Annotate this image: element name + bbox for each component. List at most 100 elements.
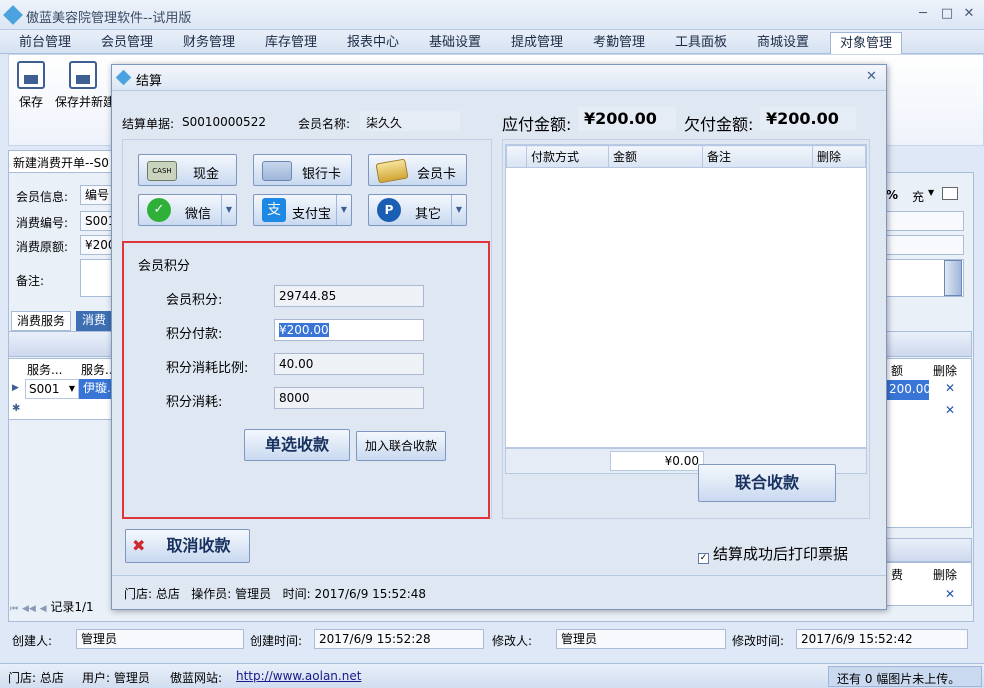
status-store: 门店: 总店 [8,671,64,685]
save-new-icon [69,61,97,89]
bg-right-field-1[interactable] [886,211,964,231]
tab-attendance[interactable]: 考勤管理 [584,32,654,54]
alipay-label: 支付宝 [292,207,332,222]
bg-right-grid: 额 删除 200.00 ✕ ✕ [886,358,972,528]
grid-col-remark[interactable]: 备注 [702,145,813,168]
bank-card-label: 银行卡 [302,167,342,182]
tab-consume-product[interactable]: 消费产 [76,311,112,331]
modifier-label: 修改人: [492,634,533,648]
tab-front-desk[interactable]: 前台管理 [10,32,80,54]
nav-back-icon[interactable]: ◀ [40,604,47,614]
member-info-label: 会员信息: [16,190,69,204]
grid-col-delete: 删除 [933,364,958,378]
tab-member[interactable]: 会员管理 [92,32,162,54]
due-amount-field: ¥200.00 [578,107,676,131]
cancel-collect-button[interactable]: ✖ 取消收款 [125,529,250,563]
due-amount-label: 应付金额: [502,115,572,134]
points-pay-input[interactable]: ¥200.00 [274,319,424,341]
other-label: 其它 [415,207,442,222]
grid-col-amount[interactable]: 金额 [608,145,703,168]
bank-card-button[interactable]: 银行卡 [253,154,352,186]
single-collect-label: 单选收款 [264,435,329,454]
print-receipt-label: 结算成功后打印票据 [713,545,849,563]
chevron-down-icon[interactable]: ▼ [69,380,75,398]
status-bar: 门店: 总店 用户: 管理员 傲蓝网站: http://www.aolan.ne… [0,663,984,688]
grid-cell-code[interactable]: S001 ▼ [25,379,79,399]
member-name-label: 会员名称: [298,117,351,131]
payment-grid: 付款方式 金额 备注 删除 [505,144,867,448]
delete-row-icon[interactable]: ✕ [945,403,955,417]
grid-col-amount: 额 [891,364,904,378]
join-combined-button[interactable]: 加入联合收款 [356,431,446,461]
tab-objects[interactable]: 对象管理 [830,32,902,54]
created-time-label: 创建时间: [250,634,303,648]
chevron-down-icon[interactable]: ▼ [451,195,466,225]
dialog-footer-info: 门店: 总店 操作员: 管理员 时间: 2017/6/9 15:52:48 [124,587,427,601]
delete-row-icon[interactable]: ✕ [945,587,955,601]
close-icon[interactable]: ✕ [960,6,978,22]
nav-first-icon[interactable]: ⏮ [10,604,18,614]
chevron-down-icon[interactable]: ▼ [221,195,236,225]
scrollbar[interactable] [944,260,962,296]
cancel-icon: ✖ [132,536,146,555]
discount-pct: % [886,188,899,202]
payment-grid-panel: 付款方式 金额 备注 删除 ¥0.00 [502,139,870,519]
save-label: 保存 [18,95,43,109]
checkbox-checked-icon[interactable]: ✓ [698,553,709,564]
tab-reports[interactable]: 报表中心 [338,32,408,54]
grid2-col-fee: 费 [891,568,904,582]
grid-col-header-code[interactable]: 服务... [27,361,77,378]
chevron-down-icon[interactable]: ▼ [336,195,351,225]
modifier-field: 管理员 [556,629,726,649]
tab-finance[interactable]: 财务管理 [174,32,244,54]
payment-total-value: ¥0.00 [664,454,699,468]
wechat-label: 微信 [185,207,212,222]
alipay-button[interactable]: 支 支付宝 ▼ [253,194,352,226]
delete-row-icon[interactable]: ✕ [945,381,955,395]
status-site-link[interactable]: http://www.aolan.net [236,669,361,683]
paypal-icon: P [377,198,401,222]
document-tab[interactable]: 新建消费开单--S0 [8,150,112,172]
grid-col-header-name[interactable]: 服务... [81,361,111,378]
grid-col-method[interactable]: 付款方式 [526,145,609,168]
member-info-field[interactable]: 编号 [80,185,112,205]
points-cost-label: 积分消耗: [166,395,223,410]
new-row-icon: ✱ [12,403,21,414]
print-receipt-option[interactable]: ✓ 结算成功后打印票据 [698,543,848,564]
points-label: 会员积分: [166,293,223,308]
chevron-down-icon[interactable]: ▼ [928,188,934,197]
combined-collect-button[interactable]: 联合收款 [698,464,836,502]
grid-cell-name[interactable]: 伊璇... [79,379,113,399]
save-new-button[interactable]: 保存并新建 [55,61,115,110]
card-icon[interactable] [942,187,958,200]
wechat-button[interactable]: ✓ 微信 ▼ [138,194,237,226]
window-title: 傲蓝美容院管理软件--试用版 [26,11,192,26]
maximize-icon[interactable]: □ [938,6,956,22]
charge-select[interactable]: 充 [912,188,924,205]
creator-label: 创建人: [12,634,53,648]
grid-cell-amount: 200.00 [887,380,931,400]
orig-amount-field[interactable]: ¥200 [80,235,112,255]
tab-consume-service[interactable]: 消费服务 [11,311,71,331]
save-button[interactable]: 保存 [11,61,51,110]
ratio-label: 积分消耗比例: [166,361,249,376]
close-icon[interactable]: ✕ [866,69,877,84]
tab-tools[interactable]: 工具面板 [666,32,736,54]
consume-no-field[interactable]: S001 [80,211,112,231]
bg-right-field-2[interactable] [886,235,964,255]
tab-mall[interactable]: 商城设置 [748,32,818,54]
modified-time-field: 2017/6/9 15:52:42 [796,629,968,649]
cash-icon: CASH [147,161,177,181]
minimize-icon[interactable]: ─ [914,6,932,22]
cash-button[interactable]: CASH 现金 [138,154,237,186]
nav-prev-icon[interactable]: ◀◀ [22,604,36,614]
member-card-button[interactable]: 会员卡 [368,154,467,186]
tab-inventory[interactable]: 库存管理 [256,32,326,54]
remark-field[interactable] [80,259,112,297]
other-button[interactable]: P 其它 ▼ [368,194,467,226]
tab-commission[interactable]: 提成管理 [502,32,572,54]
tab-basic-settings[interactable]: 基础设置 [420,32,490,54]
remark-label: 备注: [16,274,45,288]
grid-col-delete[interactable]: 删除 [812,145,866,168]
single-collect-button[interactable]: 单选收款 [244,429,350,461]
